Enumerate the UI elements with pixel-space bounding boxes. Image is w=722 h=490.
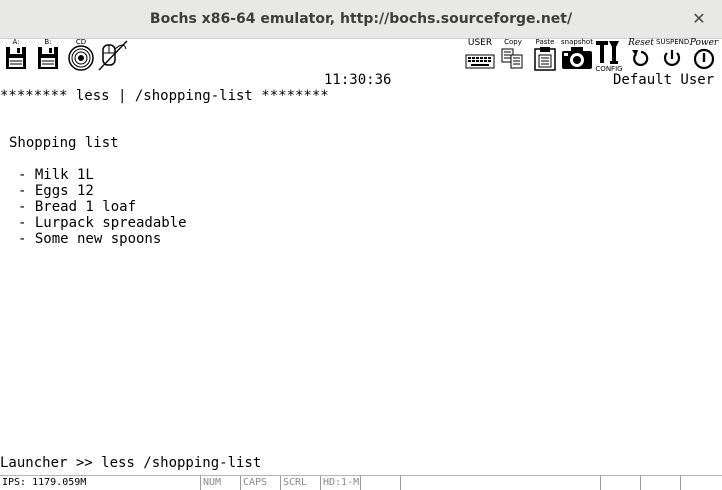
launcher-prompt[interactable]: Launcher >> less /shopping-list xyxy=(0,455,261,471)
ips-readout: IPS: 1179.059M xyxy=(2,477,87,488)
status-cell xyxy=(600,476,640,490)
floppy-disk-icon xyxy=(38,47,58,69)
content-title: Shopping list xyxy=(9,135,119,151)
list-item: - Some new spoons xyxy=(18,231,162,247)
copy-icon xyxy=(501,48,523,69)
status-cell xyxy=(400,476,600,490)
scroll-lock-indicator: SCRL xyxy=(280,476,320,490)
window-titlebar: Bochs x86-64 emulator, http://bochs.sour… xyxy=(0,0,722,39)
list-item: - Bread 1 loaf xyxy=(18,199,137,215)
camera-icon xyxy=(562,47,592,69)
status-cell xyxy=(640,476,680,490)
cdrom-button[interactable]: CD xyxy=(67,38,95,72)
reset-icon xyxy=(632,50,649,67)
suspend-button[interactable]: SUSPEND xyxy=(656,38,689,72)
cdrom-icon xyxy=(68,45,94,71)
copy-button[interactable]: Copy xyxy=(500,38,526,72)
emulator-screen[interactable]: 11:30:36 Default User ******** less | /s… xyxy=(0,72,722,475)
paste-button[interactable]: Paste xyxy=(532,38,558,72)
power-icon xyxy=(693,48,715,70)
floppy-b-button[interactable]: B: xyxy=(36,38,60,72)
less-header-line: ******** less | /shopping-list ******** xyxy=(0,88,329,104)
reset-button[interactable]: Reset xyxy=(626,38,656,72)
screen-clock: 11:30:36 xyxy=(324,72,392,88)
status-bar: IPS: 1179.059M NUM CAPS SCRL HD:1-M xyxy=(0,475,722,490)
user-button[interactable]: USER xyxy=(465,38,495,72)
close-window-button[interactable]: ✕ xyxy=(690,10,708,28)
snapshot-button[interactable]: snapshot xyxy=(560,38,594,72)
keyboard-icon xyxy=(465,54,495,69)
num-lock-indicator: NUM xyxy=(200,476,240,490)
mouse-capture-button[interactable] xyxy=(98,39,128,72)
screen-user: Default User xyxy=(613,72,715,88)
power-button[interactable]: Power xyxy=(688,38,720,72)
emulator-toolbar: A: B: CD USER Copy Paste snapshot CONFIG… xyxy=(0,38,722,73)
window-title: Bochs x86-64 emulator, http://bochs.sour… xyxy=(149,11,573,27)
list-item: - Lurpack spreadable xyxy=(18,215,187,231)
floppy-disk-icon xyxy=(6,47,26,69)
status-cell xyxy=(360,476,400,490)
mouse-icon xyxy=(98,40,128,71)
suspend-icon xyxy=(663,50,681,66)
clipboard-icon xyxy=(534,47,556,71)
hd-activity-indicator: HD:1-M xyxy=(320,476,360,490)
status-cell xyxy=(680,476,722,490)
caps-lock-indicator: CAPS xyxy=(240,476,280,490)
list-item: - Eggs 12 xyxy=(18,183,94,199)
config-button[interactable]: CONFIG xyxy=(595,39,623,73)
floppy-a-button[interactable]: A: xyxy=(4,38,28,72)
list-item: - Milk 1L xyxy=(18,167,94,183)
